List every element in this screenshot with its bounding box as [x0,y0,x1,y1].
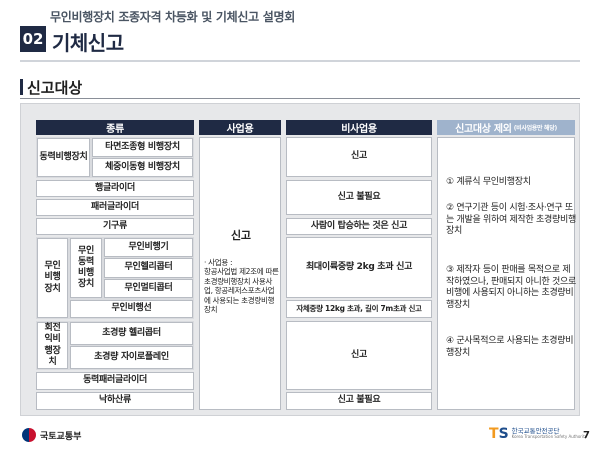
ts-mark-t: T [489,426,499,442]
exempt-item-4: ④ 군사목적으로 사용되는 초경량비행장치 [446,336,574,358]
page-number: 7 [583,430,590,441]
header-exempt-note: (비사업용만 해당) [513,125,558,132]
kind-powered-paraglider: 동력패러글라이더 [36,372,194,390]
business-note-body: 항공사업법 제2조에 따른 초경량비행장치 사용사업, 항공레저스포츠사업에 사… [204,267,279,314]
section-number: 02 [20,26,46,52]
business-note-title: · 사업용 : [204,258,233,267]
header-nonbusiness: 비사업용 [286,120,432,135]
header-divider [20,60,580,62]
ts-mark-icon: TS [489,426,509,442]
kind-balloon: 기구류 [36,218,194,235]
kind-weight-shift: 체중이동형 비행장치 [92,158,193,177]
kind-parachute: 낙하산류 [36,392,194,410]
section-title: 신고대상 [27,79,83,97]
header-exempt: 신고대상 제외 (비사업용만 해당) [437,120,575,135]
kind-drone-heli: 무인헬리콥터 [104,258,193,278]
nonbiz-gliders: 신고 불필요 [286,180,432,215]
section-divider [20,98,580,99]
kind-control-surface: 타면조종형 비행장치 [92,138,193,157]
business-report: 신고 [231,229,251,242]
slide-title: 기체신고 [52,31,124,55]
molit-name: 국토교통부 [40,431,82,442]
kotsa-logo: TS 한국교통안전공단 Korea Transportation Safety … [489,426,587,442]
kind-ultralight-gyro: 초경량 자이로플레인 [70,346,193,369]
kind-hang-glider: 행글라이더 [36,180,194,197]
header-business: 사업용 [199,120,281,135]
nonbiz-powered: 신고 [286,137,432,177]
taegeuk-emblem-icon [22,428,36,442]
nonbiz-rotorcraft: 신고 [286,321,432,390]
kotsa-name-en: Korea Transportation Safety Authority [511,434,588,440]
exempt-item-3: ③ 제작자 등이 판매를 목적으로 제작하였으나, 판매되지 아니한 것으로 비… [446,265,576,311]
kind-unmanned-powered: 무인동력비행장치 [70,238,102,298]
kotsa-name: 한국교통안전공단 Korea Transportation Safety Aut… [512,428,587,440]
ts-mark-s: S [498,426,509,442]
molit-logo: 국토교통부 [22,428,81,442]
business-note: · 사업용 : 항공사업법 제2조에 따른 초경량비행장치 사용사업, 항공레저… [204,258,280,314]
slide-subtitle: 무인비행장치 조종자격 차등화 및 기체신고 설명회 [50,10,295,24]
section-title-bar [20,79,23,95]
business-cell: 신고 · 사업용 : 항공사업법 제2조에 따른 초경량비행장치 사용사업, 항… [199,137,281,410]
exempt-item-1: ① 계류식 무인비행장치 [446,177,531,187]
kind-ultralight-heli: 초경량 헬리콥터 [70,322,193,345]
header-exempt-label: 신고대상 제외 [455,124,512,135]
kind-drone-multi: 무인멀티콥터 [104,279,193,298]
nonbiz-unmanned-powered: 최대이륙중량 2kg 초과 신고 [286,237,432,298]
kind-rotorcraft: 회전익비행장치 [37,322,68,369]
nonbiz-drone-ship: 자체중량 12kg 초과, 길이 7m초과 신고 [286,300,432,318]
kind-drone-ship: 무인비행선 [70,300,193,318]
nonbiz-balloon: 사람이 탑승하는 것은 신고 [286,218,432,235]
kind-paraglider: 패러글라이더 [36,199,194,216]
kind-drone-plane: 무인비행기 [104,238,193,257]
kind-powered-aircraft: 동력비행장치 [37,138,90,177]
nonbiz-parachute: 신고 불필요 [286,392,432,410]
slide-header: 무인비행장치 조종자격 차등화 및 기체신고 설명회 02 기체신고 [0,0,600,66]
kind-unmanned: 무인비행장치 [37,238,68,318]
exempt-item-2: ② 연구기관 등이 시험·조사·연구 또는 개발을 위하여 제작한 초경량비행장… [446,203,576,237]
header-kind: 종류 [36,120,194,135]
